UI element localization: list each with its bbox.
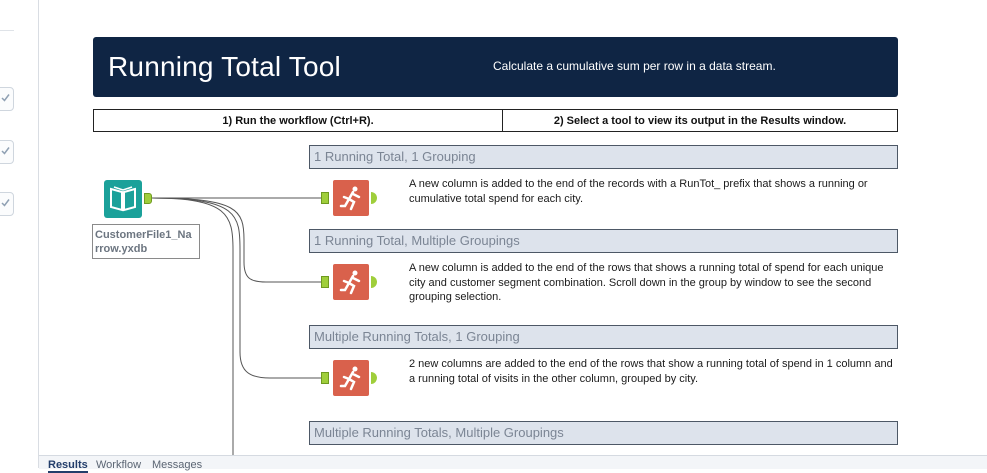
input-tool-label: CustomerFile1_Na rrow.yxdb (92, 224, 200, 259)
group-description-1: A new column is added to the end of the … (409, 178, 868, 205)
input-data-tool[interactable] (104, 180, 142, 218)
group-header-1: 1 Running Total, 1 Grouping (309, 145, 898, 169)
input-anchor[interactable] (321, 192, 329, 204)
running-person-icon (339, 366, 361, 391)
group-header-3: Multiple Running Totals, 1 Grouping (309, 325, 898, 349)
running-person-icon (339, 270, 361, 295)
group-description-3: 2 new columns are added to the end of th… (409, 358, 893, 385)
results-tab-bar: Results Workflow Messages (39, 455, 987, 473)
group-header-2: 1 Running Total, Multiple Groupings (309, 229, 898, 253)
group-header-4: Multiple Running Totals, Multiple Groupi… (309, 421, 898, 445)
input-anchor[interactable] (321, 372, 329, 384)
output-anchor[interactable] (144, 193, 152, 204)
tab-workflow[interactable]: Workflow (96, 459, 141, 471)
book-icon (110, 186, 136, 212)
tab-results[interactable]: Results (48, 459, 88, 473)
running-total-tool-1[interactable] (333, 180, 369, 216)
running-total-tool-3[interactable] (333, 360, 369, 396)
tab-messages[interactable]: Messages (152, 459, 202, 471)
input-anchor[interactable] (321, 276, 329, 288)
running-person-icon (339, 186, 361, 211)
running-total-tool-2[interactable] (333, 264, 369, 300)
group-description-2: A new column is added to the end of the … (409, 262, 884, 303)
